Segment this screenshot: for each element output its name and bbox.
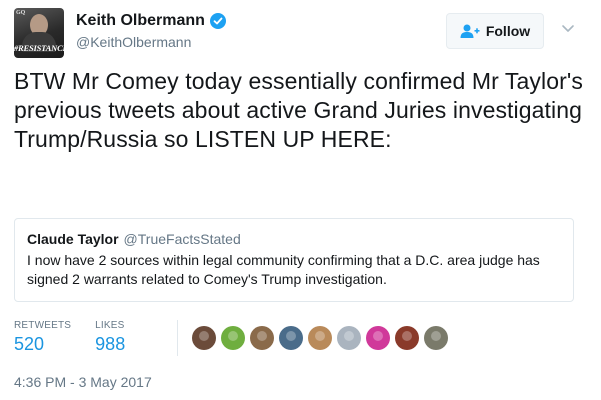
liker-avatar[interactable]: [308, 326, 332, 350]
liker-avatar[interactable]: [366, 326, 390, 350]
author-handle[interactable]: @KeithOlbermann: [76, 34, 191, 50]
liker-avatar[interactable]: [279, 326, 303, 350]
stats-divider: [177, 320, 178, 356]
liker-avatars: [192, 326, 448, 350]
avatar-brand: GQ: [16, 10, 26, 16]
tweet-stats: RETWEETS 520 LIKES 988: [14, 320, 149, 355]
quoted-author-name: Claude Taylor: [27, 231, 119, 247]
quoted-tweet-text: I now have 2 sources within legal commun…: [27, 252, 540, 287]
likes-label: LIKES: [95, 320, 125, 331]
liker-avatar[interactable]: [221, 326, 245, 350]
tweet-text: BTW Mr Comey today essentially confirmed…: [14, 68, 583, 152]
liker-avatar[interactable]: [192, 326, 216, 350]
liker-avatar[interactable]: [337, 326, 361, 350]
verified-badge-icon: [209, 13, 226, 29]
add-person-icon: [460, 24, 480, 38]
quoted-tweet-header: Claude Taylor @TrueFactsStated: [27, 231, 561, 247]
quoted-tweet[interactable]: Claude Taylor @TrueFactsStated I now hav…: [14, 218, 574, 302]
author-avatar[interactable]: GQ #RESISTANCE: [14, 8, 64, 58]
follow-button-label: Follow: [485, 23, 531, 39]
likes-count: 988: [95, 334, 126, 354]
author-name-row: Keith Olbermann: [76, 12, 226, 30]
likes-stat[interactable]: LIKES 988: [95, 320, 125, 355]
liker-avatar[interactable]: [250, 326, 274, 350]
chevron-down-icon[interactable]: [560, 20, 576, 36]
retweets-stat[interactable]: RETWEETS 520: [14, 320, 71, 355]
quoted-author-handle: @TrueFactsStated: [123, 231, 241, 247]
tweet-timestamp[interactable]: 4:36 PM - 3 May 2017: [14, 374, 152, 390]
retweets-count: 520: [14, 334, 45, 354]
retweets-label: RETWEETS: [14, 320, 72, 331]
liker-avatar[interactable]: [395, 326, 419, 350]
follow-button[interactable]: Follow: [446, 13, 544, 49]
liker-avatar[interactable]: [424, 326, 448, 350]
author-display-name[interactable]: Keith Olbermann: [76, 12, 205, 30]
avatar-banner-text: #RESISTANCE: [14, 43, 64, 53]
